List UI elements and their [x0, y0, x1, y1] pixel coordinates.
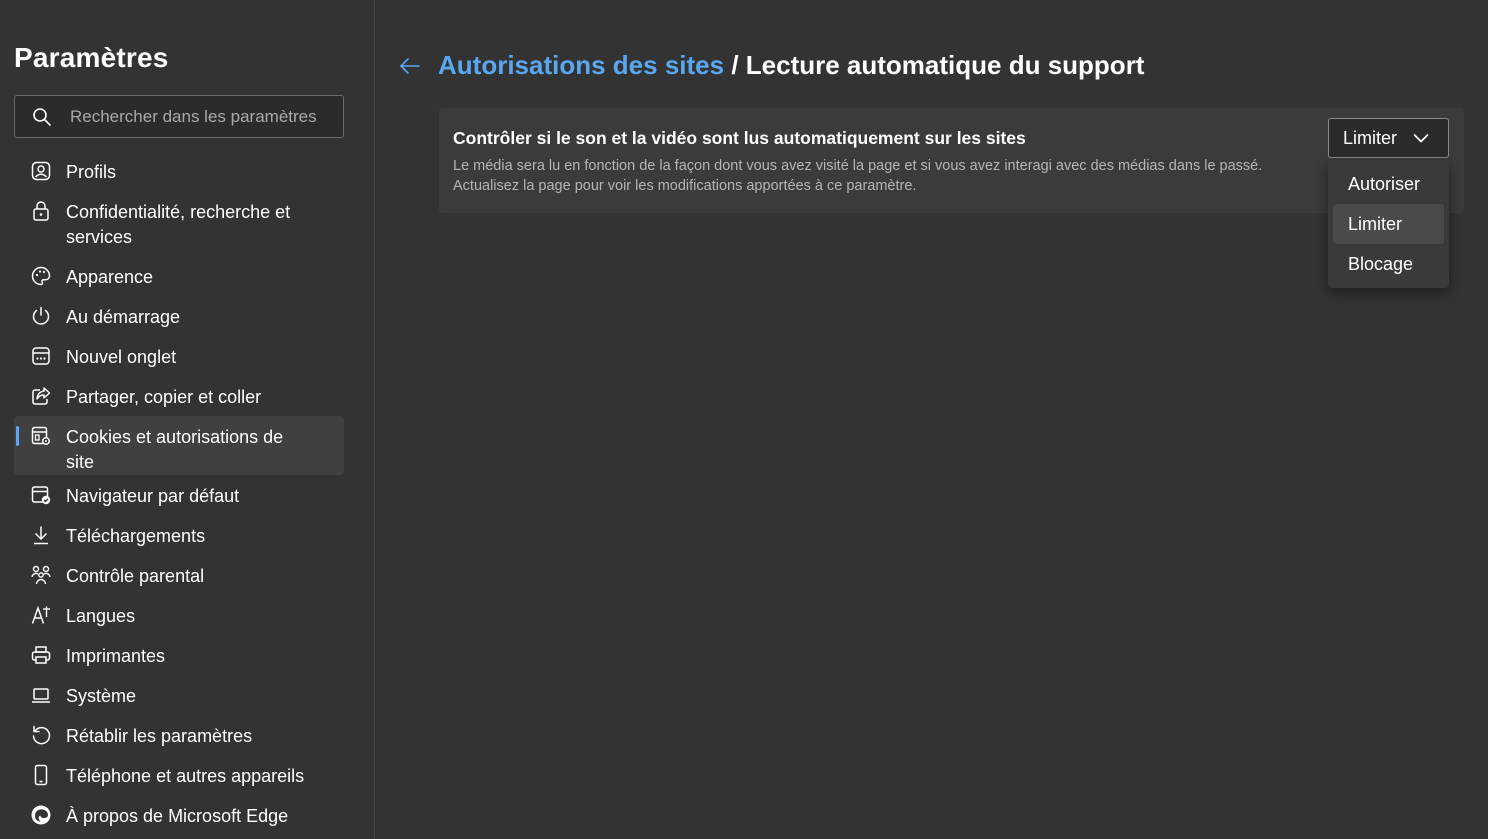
sidebar-item-label: Rétablir les paramètres — [66, 726, 253, 746]
breadcrumb-link-site-permissions[interactable]: Autorisations des sites — [438, 50, 724, 80]
lock-icon — [33, 201, 49, 221]
option-limiter[interactable]: Limiter — [1333, 204, 1444, 244]
sidebar-item-share[interactable]: Partager, copier et coller — [14, 376, 344, 416]
sidebar-item-startup[interactable]: Au démarrage — [14, 296, 344, 336]
sidebar-item-label: Système — [66, 686, 137, 706]
setting-description-line: Le média sera lu en fonction de la façon… — [453, 158, 1263, 174]
autoplay-select[interactable]: Limiter — [1328, 118, 1449, 158]
sidebar-item-profils[interactable]: Profils — [14, 151, 344, 191]
sidebar-item-label: Navigateur par défaut — [66, 486, 240, 506]
new-tab-icon — [32, 347, 50, 365]
option-blocage[interactable]: Blocage — [1333, 244, 1444, 284]
search-input[interactable] — [70, 96, 338, 137]
sidebar-item-family[interactable]: Contrôle parental — [14, 555, 344, 595]
sidebar-item-printers[interactable]: Imprimantes — [14, 635, 344, 675]
autoplay-setting-card: Contrôler si le son et la vidéo sont lus… — [439, 108, 1464, 213]
setting-title: Contrôler si le son et la vidéo sont lus… — [453, 128, 1026, 148]
edge-logo-icon — [31, 805, 51, 825]
back-arrow-icon[interactable] — [398, 54, 422, 78]
main-content: Autorisations des sites / Lecture automa… — [376, 0, 1488, 839]
settings-sidebar: Paramètres Profils Confidentialité, rech… — [0, 0, 375, 839]
power-icon — [32, 306, 50, 325]
option-autoriser[interactable]: Autoriser — [1333, 164, 1444, 204]
breadcrumb: Autorisations des sites / Lecture automa… — [438, 50, 1144, 81]
family-icon — [31, 565, 51, 585]
sidebar-item-label: Apparence — [66, 267, 154, 287]
sidebar-item-label: Langues — [66, 606, 136, 626]
default-browser-icon — [31, 486, 51, 505]
sidebar-item-default-browser[interactable]: Navigateur par défaut — [14, 475, 344, 515]
page-title: Lecture automatique du support — [745, 50, 1145, 80]
sidebar-nav: Profils Confidentialité, recherche et se… — [14, 151, 344, 835]
sidebar-item-label: À propos de Microsoft Edge — [66, 806, 289, 826]
share-icon — [32, 387, 51, 405]
phone-icon — [34, 764, 48, 786]
sidebar-item-label: Imprimantes — [66, 646, 166, 666]
sidebar-title: Paramètres — [14, 42, 169, 73]
laptop-icon — [32, 688, 50, 703]
select-value: Limiter — [1343, 128, 1398, 148]
sidebar-item-about[interactable]: À propos de Microsoft Edge — [14, 795, 344, 835]
sidebar-item-cookies[interactable]: Cookies et autorisations de site — [14, 416, 344, 475]
download-icon — [34, 526, 48, 545]
search-icon — [33, 108, 51, 126]
sidebar-item-languages[interactable]: Langues — [14, 595, 344, 635]
sidebar-item-label: Contrôle parental — [66, 566, 205, 586]
sidebar-item-privacy[interactable]: Confidentialité, recherche et services — [14, 191, 344, 256]
sidebar-item-appearance[interactable]: Apparence — [14, 256, 344, 296]
sidebar-item-phone[interactable]: Téléphone et autres appareils — [14, 755, 344, 795]
setting-description-line: Actualisez la page pour voir les modific… — [453, 178, 917, 194]
sidebar-item-system[interactable]: Système — [14, 675, 344, 715]
sidebar-item-label: Profils — [66, 162, 117, 182]
sidebar-item-label: Partager, copier et coller — [66, 387, 262, 407]
printer-icon — [31, 646, 51, 664]
chevron-down-icon — [1413, 134, 1429, 143]
search-box[interactable] — [14, 95, 344, 138]
reset-icon — [32, 725, 51, 745]
sidebar-item-label: Cookies et autorisations de site — [66, 427, 284, 472]
sidebar-item-label: Confidentialité, recherche et services — [66, 202, 291, 247]
breadcrumb-separator: / — [731, 50, 739, 80]
autoplay-dropdown-menu: Autoriser Limiter Blocage — [1328, 160, 1449, 288]
setting-description: Le média sera lu en fonction de la façon… — [453, 156, 1313, 196]
sidebar-item-label: Nouvel onglet — [66, 347, 177, 367]
languages-icon — [31, 605, 50, 624]
sidebar-item-label: Téléphone et autres appareils — [66, 766, 305, 786]
cookies-settings-icon — [31, 426, 50, 445]
sidebar-item-reset[interactable]: Rétablir les paramètres — [14, 715, 344, 755]
sidebar-item-label: Au démarrage — [66, 307, 181, 327]
profile-icon — [31, 161, 51, 181]
sidebar-item-label: Téléchargements — [66, 526, 206, 546]
palette-icon — [31, 266, 51, 286]
sidebar-item-downloads[interactable]: Téléchargements — [14, 515, 344, 555]
sidebar-item-new-tab[interactable]: Nouvel onglet — [14, 336, 344, 376]
